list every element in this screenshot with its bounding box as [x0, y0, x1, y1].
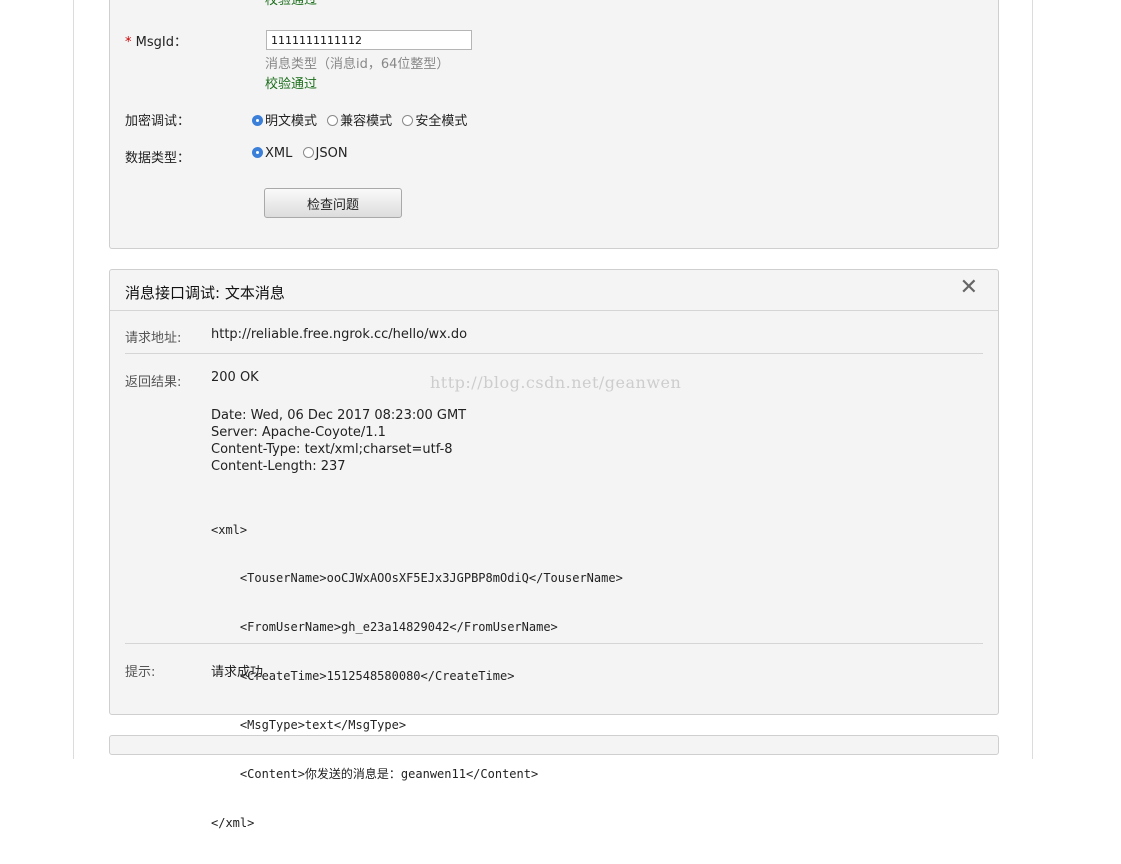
- xml-line: <FromUserName>gh_e23a14829042</FromUserN…: [211, 620, 558, 635]
- xml-line: <TouserName>ooCJWxAOOsXF5EJx3JGPBP8mOdiQ…: [211, 571, 623, 586]
- radio-label: 安全模式: [415, 114, 468, 129]
- msgid-label: * MsgId：: [125, 31, 187, 50]
- radio-json[interactable]: JSON: [302, 146, 348, 161]
- prev-validation-text: 校验通过: [265, 0, 318, 8]
- next-panel: [109, 735, 999, 755]
- required-mark: *: [125, 35, 132, 50]
- check-problem-button[interactable]: 检查问题: [264, 188, 402, 218]
- response-status: 200 OK: [211, 370, 259, 385]
- radio-xml[interactable]: XML: [252, 146, 292, 161]
- radio-icon: [327, 115, 339, 126]
- divider: [125, 643, 983, 644]
- xml-line: <CreateTime>1512548580080</CreateTime>: [211, 669, 515, 684]
- radio-label: JSON: [315, 146, 348, 161]
- radio-label: 明文模式: [265, 114, 318, 129]
- msgid-validation-text: 校验通过: [265, 77, 318, 92]
- radio-icon: [302, 147, 314, 158]
- radio-label: XML: [265, 146, 293, 161]
- data-type-radio-group: XML JSON: [252, 146, 354, 161]
- close-icon[interactable]: ✕: [960, 275, 978, 300]
- radio-plaintext-mode[interactable]: 明文模式: [252, 114, 317, 129]
- xml-line: <xml>: [211, 522, 248, 537]
- header-line: Date: Wed, 06 Dec 2017 08:23:00 GMT: [211, 408, 467, 423]
- radio-selected-icon: [252, 115, 263, 126]
- tip-label: 提示:: [125, 665, 156, 680]
- xml-line: <Content>你发送的消息是：geanwen11</Content>: [211, 767, 539, 782]
- response-label: 返回结果:: [125, 375, 182, 390]
- encryption-label: 加密调试：: [125, 114, 191, 129]
- encryption-radio-group: 明文模式 兼容模式 安全模式: [252, 110, 473, 129]
- radio-selected-icon: [252, 147, 263, 158]
- response-headers: Date: Wed, 06 Dec 2017 08:23:00 GMT Serv…: [211, 407, 466, 475]
- result-panel: 消息接口调试: 文本消息 ✕ 请求地址: http://reliable.fre…: [109, 269, 999, 830]
- radio-secure-mode[interactable]: 安全模式: [402, 114, 467, 129]
- radio-compatible-mode[interactable]: 兼容模式: [327, 114, 392, 129]
- tip-value: 请求成功: [211, 665, 264, 680]
- radio-icon: [402, 115, 414, 126]
- radio-label: 兼容模式: [340, 114, 393, 129]
- msgid-input[interactable]: [266, 30, 472, 50]
- result-header: 消息接口调试: 文本消息 ✕: [110, 270, 998, 311]
- watermark: http://blog.csdn.net/geanwen: [430, 373, 682, 392]
- request-url-label: 请求地址:: [125, 331, 182, 346]
- data-type-label: 数据类型：: [125, 151, 191, 166]
- header-line: Content-Length: 237: [211, 459, 346, 474]
- header-line: Content-Type: text/xml;charset=utf-8: [211, 442, 453, 457]
- xml-line: </xml>: [211, 815, 255, 830]
- divider: [125, 353, 983, 354]
- header-line: Server: Apache-Coyote/1.1: [211, 425, 386, 440]
- msgid-label-text: MsgId：: [135, 35, 187, 50]
- debug-form-panel: 校验通过 * MsgId： 消息类型（消息id，64位整型） 校验通过 加密调试…: [109, 0, 999, 249]
- request-url-value: http://reliable.free.ngrok.cc/hello/wx.d…: [211, 327, 468, 342]
- response-xml: <xml> <TouserName>ooCJWxAOOsXF5EJx3JGPBP…: [211, 489, 623, 864]
- result-title: 消息接口调试: 文本消息: [125, 284, 285, 302]
- msgid-hint: 消息类型（消息id，64位整型）: [265, 57, 450, 72]
- xml-line: <MsgType>text</MsgType>: [211, 718, 407, 733]
